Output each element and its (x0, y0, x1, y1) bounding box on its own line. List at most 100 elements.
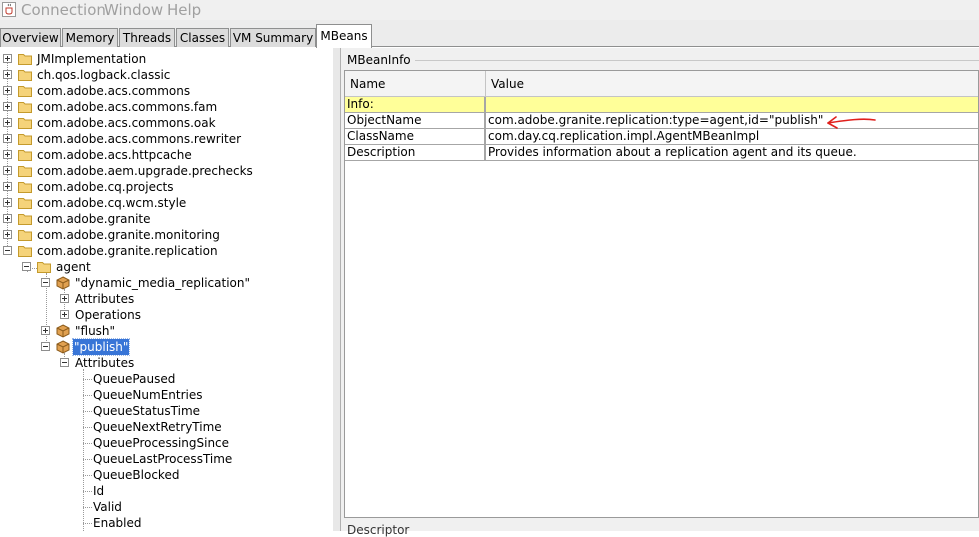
tree-node-attribute[interactable]: Valid (0, 499, 333, 515)
menu-window[interactable]: Window (104, 1, 163, 19)
tree-node-label: ch.qos.logback.classic (37, 68, 171, 82)
table-row-info[interactable]: Info: (345, 97, 978, 113)
folder-icon (18, 182, 32, 193)
cell-value: Provides information about a replication… (488, 145, 857, 159)
tree-expand-icon[interactable] (41, 326, 50, 335)
tree-node-domain[interactable]: ch.qos.logback.classic (0, 67, 333, 83)
tab-vm-summary[interactable]: VM Summary (230, 28, 316, 47)
tree-node-domain[interactable]: com.adobe.cq.projects (0, 179, 333, 195)
tree-expand-icon[interactable] (3, 134, 12, 143)
tree-node-domain[interactable]: com.adobe.granite (0, 211, 333, 227)
tree-node-domain[interactable]: com.adobe.acs.commons (0, 83, 333, 99)
tree-expand-icon[interactable] (3, 54, 12, 63)
tree-expand-icon[interactable] (3, 118, 12, 127)
tree-node-domain[interactable]: com.adobe.aem.upgrade.prechecks (0, 163, 333, 179)
tree-collapse-icon[interactable] (41, 278, 50, 287)
tab-overview[interactable]: Overview (0, 28, 61, 47)
tree-node-attribute[interactable]: QueueLastProcessTime (0, 451, 333, 467)
tree-expand-icon[interactable] (60, 294, 69, 303)
tree-node-domain[interactable]: com.adobe.acs.commons.fam (0, 99, 333, 115)
tree-node-domain[interactable]: com.adobe.acs.commons.rewriter (0, 131, 333, 147)
tree-node-domain[interactable]: com.adobe.acs.httpcache (0, 147, 333, 163)
tab-classes[interactable]: Classes (176, 28, 229, 47)
tree-node-domain[interactable]: com.adobe.acs.commons.oak (0, 115, 333, 131)
tree-node-label: com.adobe.granite (37, 212, 151, 226)
tree-collapse-icon[interactable] (3, 246, 12, 255)
mbeaninfo-table[interactable]: Name Value Info: ObjectName com.adobe.gran… (344, 70, 979, 518)
cell-name: ObjectName (345, 113, 485, 128)
tree-collapse-icon[interactable] (60, 358, 69, 367)
tree-expand-icon[interactable] (60, 310, 69, 319)
folder-icon (18, 166, 32, 177)
tab-mbeans[interactable]: MBeans (316, 24, 372, 48)
tab-memory[interactable]: Memory (62, 28, 118, 47)
tree-node-label: "dynamic_media_replication" (75, 276, 250, 290)
tree-node-domain[interactable]: com.adobe.granite.replication (0, 243, 333, 259)
table-row[interactable]: ClassName com.day.cq.replication.impl.Age… (345, 129, 978, 145)
tree-guide-line (83, 523, 92, 524)
folder-icon (18, 118, 32, 129)
tree-node-attributes[interactable]: Attributes (0, 291, 333, 307)
group-border (415, 60, 979, 61)
tree-node-flush[interactable]: "flush" (0, 323, 333, 339)
tree-node-domain[interactable]: com.adobe.cq.wcm.style (0, 195, 333, 211)
tree-guide-line (83, 427, 92, 428)
red-hand-drawn-arrow-icon (827, 116, 876, 129)
table-row[interactable]: Description Provides information about a … (345, 145, 978, 161)
tree-node-attribute[interactable]: QueueProcessingSince (0, 435, 333, 451)
tree-expand-icon[interactable] (3, 166, 12, 175)
tree-node-label: Id (93, 484, 105, 498)
tree-node-attribute[interactable]: QueueNextRetryTime (0, 419, 333, 435)
tree-node-label: com.adobe.acs.commons (37, 84, 191, 98)
mbean-bean-icon (56, 324, 70, 338)
column-header-value[interactable]: Value (486, 71, 978, 97)
tree-expand-icon[interactable] (3, 182, 12, 191)
tree-guide-line (83, 491, 92, 492)
tree-node-attribute[interactable]: Id (0, 483, 333, 499)
tree-expand-icon[interactable] (3, 230, 12, 239)
tree-expand-icon[interactable] (3, 214, 12, 223)
tree-node-label: com.adobe.acs.commons.rewriter (37, 132, 242, 146)
tree-node-label: Attributes (75, 292, 135, 306)
tree-node-attribute[interactable]: QueueBlocked (0, 467, 333, 483)
mbeaninfo-title: MBeanInfo (347, 53, 411, 67)
mbean-bean-icon (56, 276, 70, 290)
tab-threads[interactable]: Threads (119, 28, 175, 47)
mbean-tree[interactable]: JMImplementation ch.qos.logback.classic co… (0, 48, 334, 531)
column-header-name[interactable]: Name (345, 71, 486, 97)
tree-collapse-icon[interactable] (22, 262, 31, 271)
tree-expand-icon[interactable] (3, 70, 12, 79)
tree-node-agent[interactable]: agent (0, 259, 333, 275)
mbean-bean-icon (56, 340, 70, 354)
tree-node-label: com.adobe.cq.wcm.style (37, 196, 187, 210)
tree-expand-icon[interactable] (3, 198, 12, 207)
tree-node-domain[interactable]: JMImplementation (0, 51, 333, 67)
java-cup-icon (2, 2, 16, 17)
tree-guide-line (83, 459, 92, 460)
tree-node-publish-attributes[interactable]: Attributes (0, 355, 333, 371)
cell-value (486, 97, 488, 112)
tree-node-attribute[interactable]: QueueNumEntries (0, 387, 333, 403)
tree-node-publish[interactable]: "publish" (0, 338, 333, 356)
tree-node-label: com.adobe.aem.upgrade.prechecks (37, 164, 253, 178)
table-row[interactable]: ObjectName com.adobe.granite.replication:… (345, 113, 978, 129)
tree-node-label: com.adobe.acs.commons.oak (37, 116, 216, 130)
tree-node-attribute[interactable]: Enabled (0, 515, 333, 531)
folder-icon (18, 86, 32, 97)
menu-help[interactable]: Help (167, 1, 201, 19)
tree-node-label: Enabled (93, 516, 142, 530)
tree-guide-line (83, 411, 92, 412)
tree-node-dynamic-media-replication[interactable]: "dynamic_media_replication" (0, 275, 333, 291)
cell-value: com.adobe.granite.replication:type=agent… (488, 113, 824, 127)
tree-collapse-icon[interactable] (41, 342, 50, 351)
split-pane-divider[interactable] (333, 48, 341, 531)
tree-node-attribute[interactable]: QueueStatusTime (0, 403, 333, 419)
tree-node-domain[interactable]: com.adobe.granite.monitoring (0, 227, 333, 243)
menu-connection[interactable]: Connection (21, 1, 106, 19)
tree-guide-line (83, 395, 92, 396)
tree-expand-icon[interactable] (3, 150, 12, 159)
tree-expand-icon[interactable] (3, 86, 12, 95)
tree-expand-icon[interactable] (3, 102, 12, 111)
tree-node-attribute[interactable]: QueuePaused (0, 371, 333, 387)
tree-node-operations[interactable]: Operations (0, 307, 333, 323)
